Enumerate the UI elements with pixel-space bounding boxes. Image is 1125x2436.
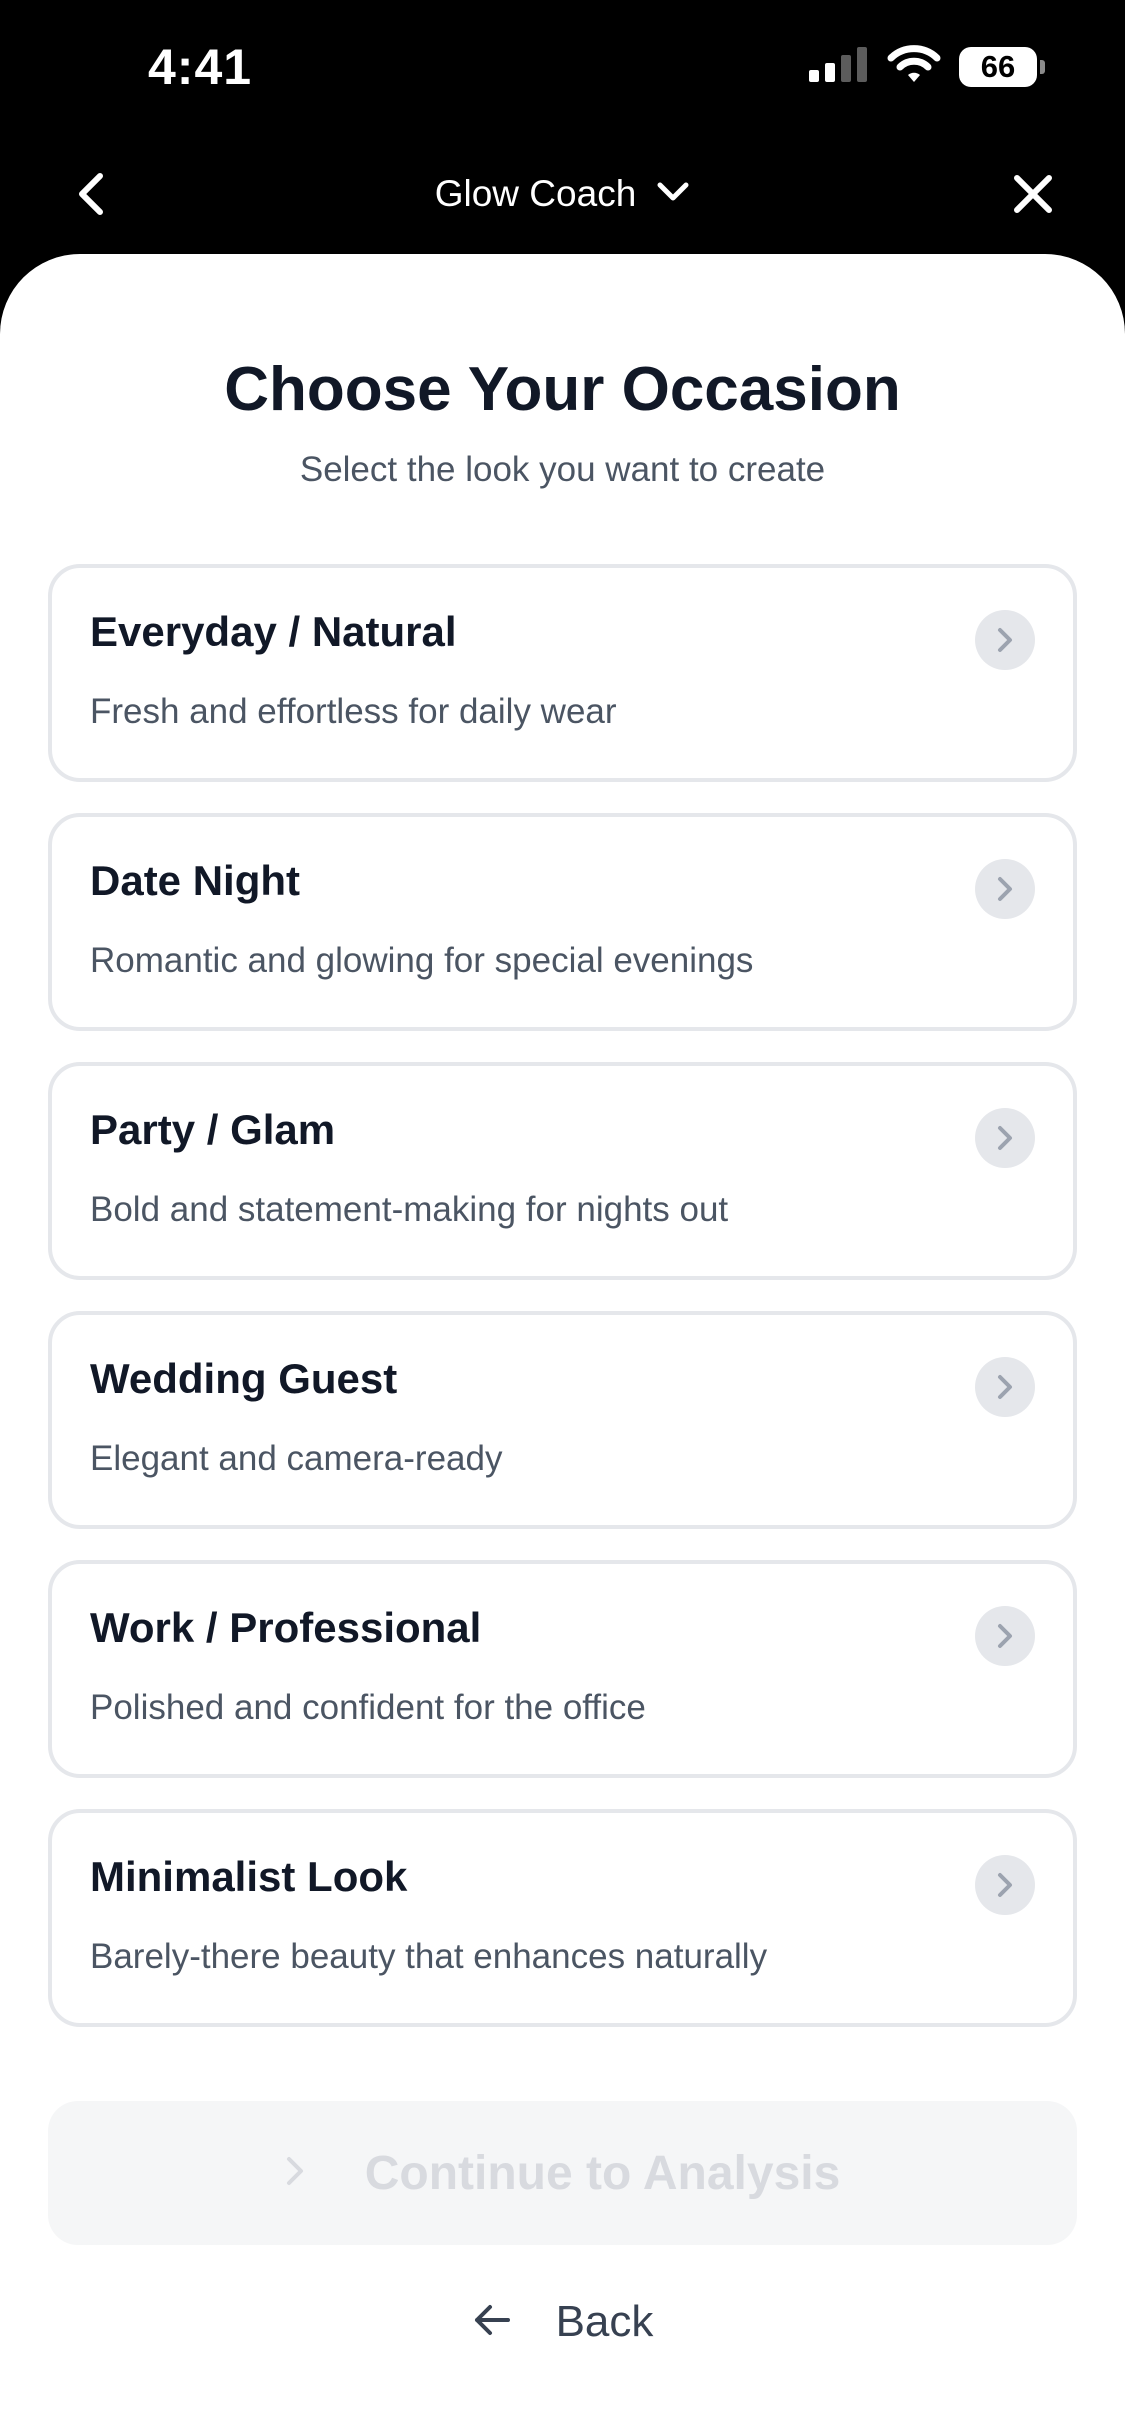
app-switcher[interactable]: Glow Coach (0, 162, 1125, 226)
chevron-right-icon (285, 2155, 305, 2192)
occasion-description: Romantic and glowing for special evening… (90, 941, 754, 980)
occasion-card-wedding-guest[interactable]: Wedding Guest Elegant and camera-ready (48, 1311, 1077, 1529)
occasion-card-everyday[interactable]: Everyday / Natural Fresh and effortless … (48, 564, 1077, 782)
chevron-right-icon (975, 1855, 1035, 1915)
chevron-right-icon (975, 1357, 1035, 1417)
occasion-description: Barely-there beauty that enhances natura… (90, 1937, 768, 1976)
occasion-card-date-night[interactable]: Date Night Romantic and glowing for spec… (48, 813, 1077, 1031)
occasion-card-minimalist[interactable]: Minimalist Look Barely-there beauty that… (48, 1809, 1077, 2027)
arrow-left-icon (472, 2303, 512, 2342)
chevron-right-icon (975, 610, 1035, 670)
occasion-title: Work / Professional (90, 1604, 482, 1651)
chevron-right-icon (975, 1606, 1035, 1666)
occasion-card-work-professional[interactable]: Work / Professional Polished and confide… (48, 1560, 1077, 1778)
continue-to-analysis-button[interactable]: Continue to Analysis (48, 2101, 1077, 2245)
chevron-right-icon (975, 1108, 1035, 1168)
occasion-title: Date Night (90, 857, 300, 904)
cellular-signal-icon (807, 46, 869, 87)
nav-header: Glow Coach (0, 132, 1125, 256)
occasion-description: Polished and confident for the office (90, 1688, 646, 1727)
chevron-right-icon (975, 859, 1035, 919)
battery-icon: 66 (959, 46, 1045, 87)
content-sheet: Choose Your Occasion Select the look you… (0, 254, 1125, 2436)
occasion-list: Everyday / Natural Fresh and effortless … (48, 564, 1077, 2058)
status-time: 4:41 (148, 39, 253, 95)
close-icon[interactable] (1001, 162, 1065, 226)
status-bar: 4:41 66 (0, 0, 1125, 132)
occasion-description: Elegant and camera-ready (90, 1439, 503, 1478)
chevron-down-icon (656, 181, 690, 208)
page-title: Choose Your Occasion (224, 355, 901, 424)
occasion-title: Party / Glam (90, 1106, 336, 1153)
app-title: Glow Coach (434, 173, 637, 214)
back-button[interactable]: Back (0, 2287, 1125, 2357)
wifi-icon (887, 44, 941, 89)
status-icons: 66 (807, 44, 1045, 89)
occasion-description: Fresh and effortless for daily wear (90, 692, 617, 731)
occasion-card-party-glam[interactable]: Party / Glam Bold and statement-making f… (48, 1062, 1077, 1280)
battery-level: 66 (980, 48, 1016, 84)
occasion-description: Bold and statement-making for nights out (90, 1190, 729, 1229)
occasion-title: Minimalist Look (90, 1853, 408, 1900)
occasion-title: Everyday / Natural (90, 608, 457, 655)
continue-label: Continue to Analysis (364, 2146, 841, 2200)
page-subtitle: Select the look you want to create (299, 450, 826, 489)
occasion-title: Wedding Guest (90, 1355, 398, 1402)
back-label: Back (555, 2297, 654, 2346)
